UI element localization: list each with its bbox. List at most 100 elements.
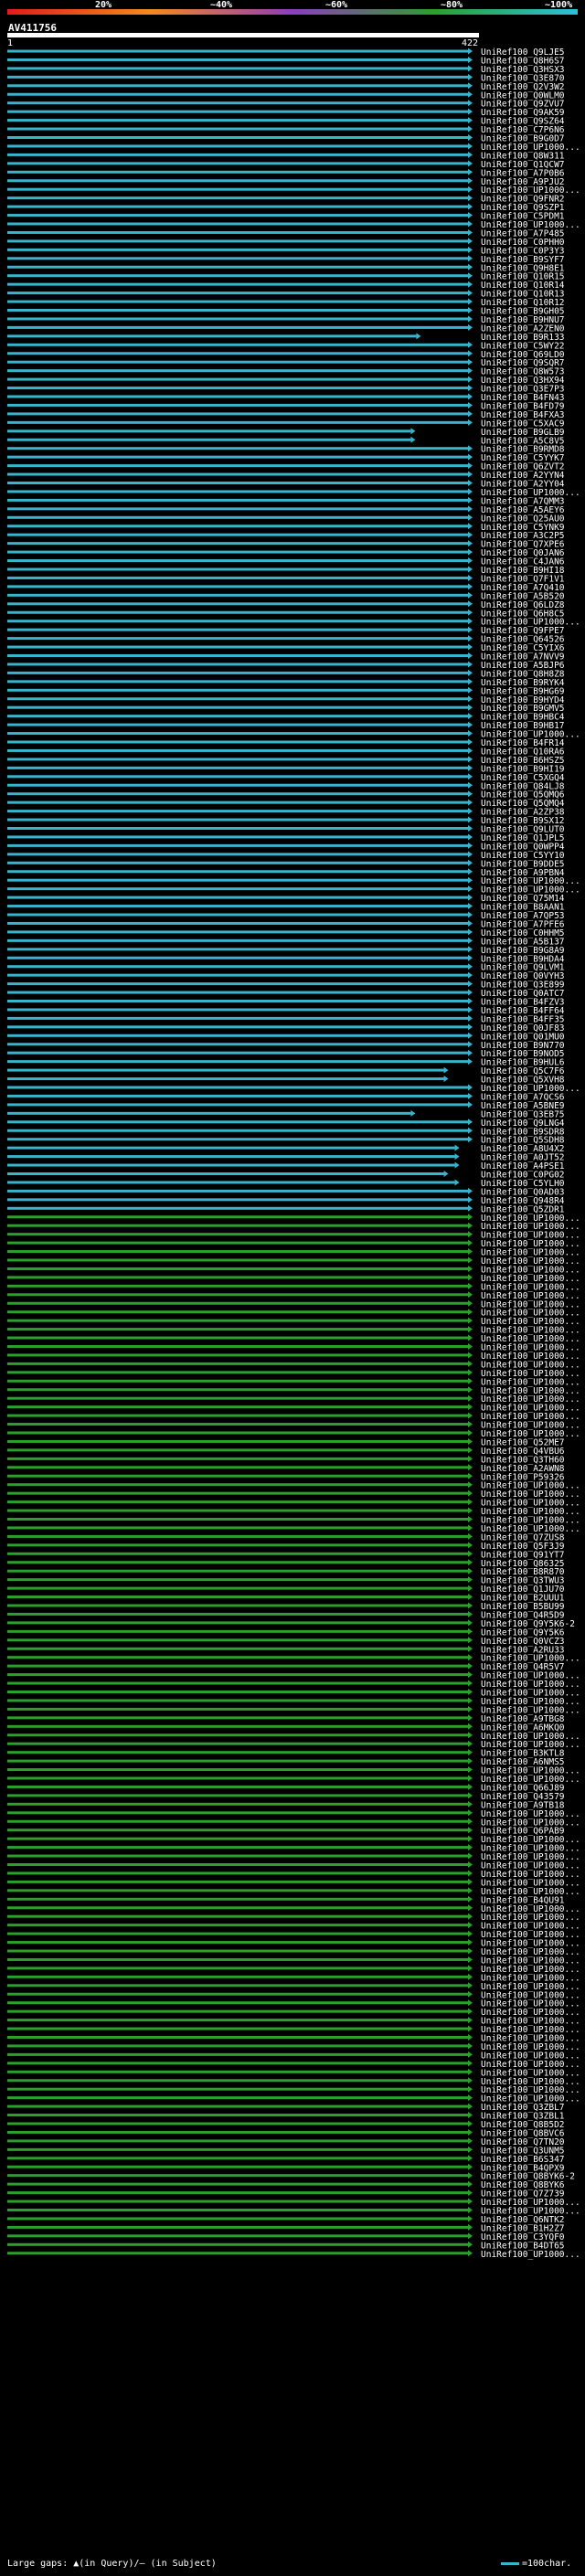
hit-arrow	[468, 937, 473, 944]
hit-arrow	[468, 1619, 473, 1627]
hit-bar	[7, 239, 468, 243]
hit-arrow	[468, 790, 473, 798]
hit-label[interactable]: UniRef100_UP1000...	[481, 2250, 580, 2260]
hit-arrow	[468, 566, 473, 573]
hit-arrow	[468, 2042, 473, 2050]
hit-bar	[7, 1371, 468, 1374]
hit-bar	[7, 265, 468, 269]
hit-arrow	[468, 1196, 473, 1203]
hit-bar	[7, 1138, 468, 1141]
hit-arrow	[468, 1723, 473, 1730]
hit-bar	[7, 1008, 468, 1012]
hit-bar	[7, 853, 468, 856]
hit-bar	[7, 775, 468, 779]
hit-bar	[7, 948, 468, 951]
hit-bar	[7, 1181, 455, 1184]
hit-bar	[7, 498, 468, 502]
hit-arrow	[468, 885, 473, 893]
hit-bar	[7, 136, 468, 139]
hit-bar	[7, 2234, 468, 2238]
hit-arrow	[468, 609, 473, 616]
hit-bar	[7, 369, 468, 373]
hit-bar	[7, 593, 468, 597]
hit-arrow	[468, 2137, 473, 2145]
hit-arrow	[468, 1637, 473, 1644]
hit-bar	[7, 1871, 468, 1875]
hit-arrow	[468, 1749, 473, 1756]
hit-bar	[7, 1276, 468, 1279]
hit-bar	[7, 991, 468, 994]
hit-arrow	[468, 946, 473, 953]
hit-bar	[7, 550, 468, 554]
hit-arrow	[468, 1092, 473, 1099]
hit-arrow	[468, 1317, 473, 1324]
hit-bar	[7, 352, 468, 355]
hit-arrow	[468, 376, 473, 383]
hit-bar	[7, 2252, 468, 2255]
hit-arrow	[468, 2085, 473, 2093]
hit-arrow	[468, 1567, 473, 1574]
hit-bar	[7, 2036, 468, 2039]
hit-arrow	[468, 2232, 473, 2240]
hit-bar	[7, 162, 468, 165]
hit-bar	[7, 127, 468, 131]
hit-bar	[7, 1068, 444, 1072]
hit-arrow	[468, 1671, 473, 1679]
hit-arrow	[468, 453, 473, 461]
hit-arrow	[468, 808, 473, 815]
hit-arrow	[468, 1982, 473, 1989]
hit-arrow	[468, 1049, 473, 1056]
hit-arrow	[468, 1404, 473, 1411]
hit-bar	[7, 1405, 468, 1409]
hit-bar	[7, 1198, 468, 1202]
hit-bar	[7, 576, 468, 579]
hit-bar	[7, 1543, 468, 1547]
hit-arrow	[468, 903, 473, 910]
hit-arrow	[468, 228, 473, 236]
hit-arrow	[468, 1887, 473, 1894]
hit-arrow	[468, 833, 473, 841]
hit-arrow	[468, 1844, 473, 1851]
hit-bar	[7, 1034, 468, 1037]
hit-arrow	[468, 919, 473, 927]
hit-arrow	[468, 1291, 473, 1299]
hit-arrow	[410, 428, 416, 435]
hit-bar	[7, 2114, 468, 2117]
hit-bar	[7, 1103, 468, 1107]
hit-arrow	[468, 523, 473, 530]
hit-bar	[7, 1500, 468, 1504]
hit-bar	[7, 732, 468, 736]
hit-bar	[7, 1561, 468, 1564]
hit-bar	[7, 1111, 411, 1115]
hit-arrow	[468, 1429, 473, 1436]
hit-bar	[7, 1423, 468, 1426]
hit-arrow	[468, 2103, 473, 2110]
hit-bar	[7, 2052, 468, 2056]
hit-bar	[7, 620, 468, 623]
hit-bar	[7, 1647, 468, 1650]
hit-bar	[7, 92, 468, 96]
hit-bar	[7, 1975, 468, 1978]
hit-arrow	[468, 1447, 473, 1454]
hit-arrow	[468, 678, 473, 685]
hit-arrow	[468, 1222, 473, 1229]
hit-arrow	[468, 1532, 473, 1540]
hit-arrow	[468, 1248, 473, 1256]
hit-bar	[7, 1457, 468, 1460]
hit-bar	[7, 1086, 468, 1089]
hit-arrow	[468, 686, 473, 694]
hit-bar	[7, 464, 468, 468]
hit-bar	[7, 965, 468, 969]
hit-arrow	[468, 445, 473, 452]
hit-arrow	[468, 781, 473, 789]
hit-bar	[7, 292, 468, 295]
hit-bar	[7, 1552, 468, 1555]
hit-bar	[7, 377, 468, 381]
hit-bar	[7, 2174, 468, 2178]
hit-arrow	[468, 548, 473, 556]
hit-bar	[7, 1301, 468, 1305]
hit-bar	[7, 835, 468, 839]
hit-arrow	[468, 1654, 473, 1661]
hit-arrow	[468, 928, 473, 936]
hit-arrow	[468, 1766, 473, 1774]
